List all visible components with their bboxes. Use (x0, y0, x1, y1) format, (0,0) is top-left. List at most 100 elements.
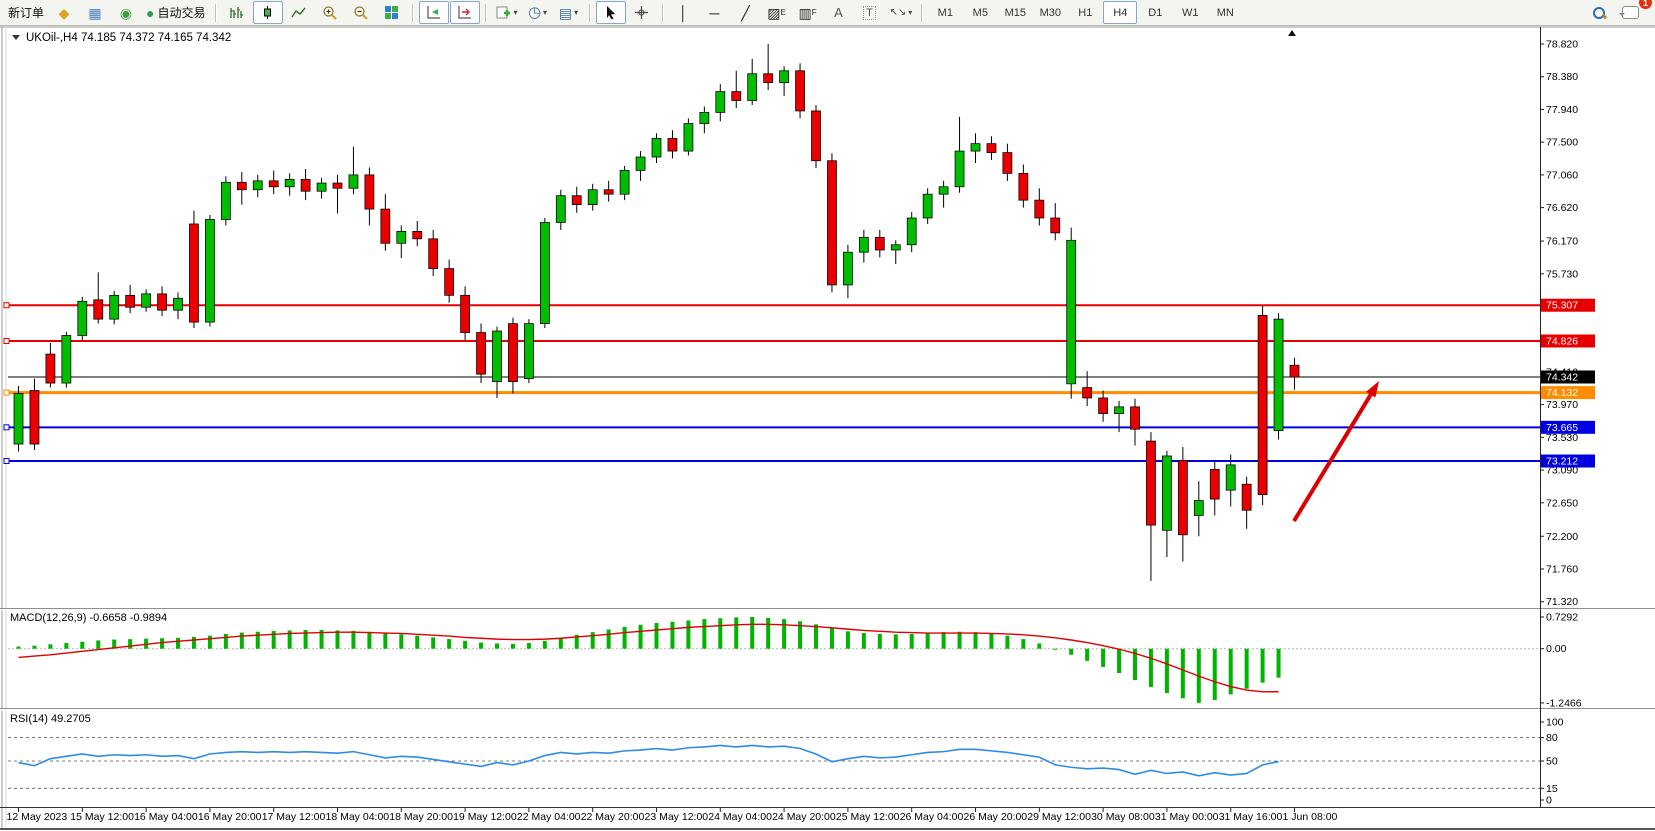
candlestick-icon (260, 5, 275, 20)
timeframe-d1-button[interactable]: D1 (1138, 1, 1172, 24)
navigator-button[interactable]: ◉ (111, 1, 141, 24)
svg-text:MACD(12,26,9) -0.6658 -0.9894: MACD(12,26,9) -0.6658 -0.9894 (10, 612, 167, 624)
new-order-label: 新订单 (8, 4, 44, 21)
svg-text:71.760: 71.760 (1546, 563, 1578, 575)
chevron-down-icon: ▾ (543, 8, 547, 17)
svg-text:UKOil-,H4 74.185 74.372 74.16: UKOil-,H4 74.185 74.372 74.165 74.342 (26, 32, 231, 44)
svg-text:22 May 04:00: 22 May 04:00 (517, 811, 581, 823)
templates-button[interactable]: ▤ ▾ (554, 1, 584, 24)
autotrade-button[interactable]: ● 自动交易 (142, 1, 209, 24)
timeframe-m1-button[interactable]: M1 (928, 1, 962, 24)
svg-text:73.970: 73.970 (1546, 399, 1578, 411)
notification-badge: 1 (1639, 0, 1652, 9)
arrows-button[interactable]: ↖↘▾ (886, 1, 917, 24)
indicators-button[interactable]: ▾ (492, 1, 522, 24)
zoom-in-icon (322, 5, 338, 21)
svg-text:-1.2466: -1.2466 (1546, 697, 1582, 709)
svg-text:72.200: 72.200 (1546, 531, 1578, 543)
fibonacci-icon: ▥ (798, 6, 811, 20)
zoom-in-button[interactable] (315, 1, 345, 24)
fibonacci-button[interactable]: ▥F (793, 1, 823, 24)
svg-text:18 May 04:00: 18 May 04:00 (326, 811, 390, 823)
zoom-out-icon (353, 5, 369, 21)
svg-text:17 May 12:00: 17 May 12:00 (262, 811, 326, 823)
svg-text:26 May 20:00: 26 May 20:00 (964, 811, 1028, 823)
timeframe-m5-button[interactable]: M5 (963, 1, 997, 24)
separator (662, 4, 664, 22)
text-button[interactable]: A (824, 1, 854, 24)
timeframe-h4-button[interactable]: H4 (1103, 1, 1137, 24)
chart-window[interactable]: 78.82078.38077.94077.50077.06076.62076.1… (0, 26, 1655, 831)
chevron-down-icon: ▾ (574, 8, 578, 17)
zoom-out-button[interactable] (346, 1, 376, 24)
svg-text:73.212: 73.212 (1546, 456, 1578, 468)
separator (215, 4, 217, 22)
autotrade-label: 自动交易 (157, 4, 205, 21)
svg-text:76.170: 76.170 (1546, 236, 1578, 248)
horizontal-line-button[interactable]: ─ (700, 1, 730, 24)
auto-scroll-icon (426, 5, 442, 20)
svg-text:1 Jun 08:00: 1 Jun 08:00 (1283, 811, 1338, 823)
svg-text:75.730: 75.730 (1546, 268, 1578, 280)
search-icon (1592, 6, 1606, 20)
svg-text:22 May 20:00: 22 May 20:00 (581, 811, 645, 823)
trendline-button[interactable]: ╱ (731, 1, 761, 24)
bar-chart-icon (229, 5, 244, 20)
svg-text:19 May 12:00: 19 May 12:00 (453, 811, 517, 823)
timeframe-m15-button[interactable]: M15 (998, 1, 1032, 24)
horizontal-line-icon: ─ (710, 6, 720, 20)
channel-button[interactable]: ▨E (762, 1, 792, 24)
svg-text:80: 80 (1546, 732, 1558, 744)
tile-windows-button[interactable] (377, 1, 407, 24)
separator (485, 4, 487, 22)
vertical-line-button[interactable]: │ (669, 1, 699, 24)
autotrade-globe-icon: ● (146, 6, 154, 20)
timeframe-w1-button[interactable]: W1 (1173, 1, 1207, 24)
chart-shift-button[interactable] (450, 1, 480, 24)
text-label-button[interactable]: T (855, 1, 885, 24)
svg-text:0: 0 (1546, 795, 1552, 807)
svg-text:16 May 20:00: 16 May 20:00 (198, 811, 262, 823)
timeframe-m30-button[interactable]: M30 (1033, 1, 1067, 24)
crosshair-button[interactable] (627, 1, 657, 24)
svg-text:31 May 00:00: 31 May 00:00 (1155, 811, 1219, 823)
time-axis: 12 May 202315 May 12:0016 May 04:0016 Ma… (7, 808, 1338, 823)
add-indicator-icon (496, 5, 512, 20)
line-chart-mode-button[interactable] (284, 1, 314, 24)
history-center-button[interactable]: ◆ (49, 1, 79, 24)
svg-text:72.650: 72.650 (1546, 497, 1578, 509)
search-button[interactable] (1584, 1, 1614, 24)
svg-text:24 May 20:00: 24 May 20:00 (772, 811, 836, 823)
svg-text:30 May 08:00: 30 May 08:00 (1091, 811, 1155, 823)
periods-button[interactable]: ◷ ▾ (523, 1, 553, 24)
svg-text:74.342: 74.342 (1546, 371, 1578, 383)
bar-chart-mode-button[interactable] (222, 1, 252, 24)
market-watch-icon: ▦ (88, 6, 101, 20)
timeframe-h1-button[interactable]: H1 (1068, 1, 1102, 24)
timeframe-mn-button[interactable]: MN (1208, 1, 1242, 24)
market-watch-button[interactable]: ▦ (80, 1, 110, 24)
svg-text:23 May 12:00: 23 May 12:00 (645, 811, 709, 823)
separator (921, 4, 923, 22)
svg-text:77.500: 77.500 (1546, 137, 1578, 149)
vertical-line-icon: │ (679, 6, 688, 20)
svg-text:31 May 16:00: 31 May 16:00 (1219, 811, 1283, 823)
svg-text:29 May 12:00: 29 May 12:00 (1027, 811, 1091, 823)
chat-bubble-icon (1622, 6, 1639, 19)
svg-text:76.620: 76.620 (1546, 202, 1578, 214)
svg-text:77.060: 77.060 (1546, 169, 1578, 181)
new-order-button[interactable]: 新订单 (4, 1, 48, 24)
svg-text:18 May 20:00: 18 May 20:00 (389, 811, 453, 823)
text-icon: A (834, 5, 843, 20)
auto-scroll-button[interactable] (419, 1, 449, 24)
notifications-button[interactable]: 1 (1615, 1, 1645, 24)
separator (412, 4, 414, 22)
candlestick-mode-button[interactable] (253, 1, 283, 24)
separator (589, 4, 591, 22)
channel-icon: ▨ (767, 6, 780, 20)
gem-icon: ◆ (59, 6, 70, 20)
cursor-button[interactable] (596, 1, 626, 24)
svg-text:74.132: 74.132 (1546, 387, 1578, 399)
line-chart-icon (291, 5, 306, 20)
svg-text:100: 100 (1546, 717, 1564, 729)
